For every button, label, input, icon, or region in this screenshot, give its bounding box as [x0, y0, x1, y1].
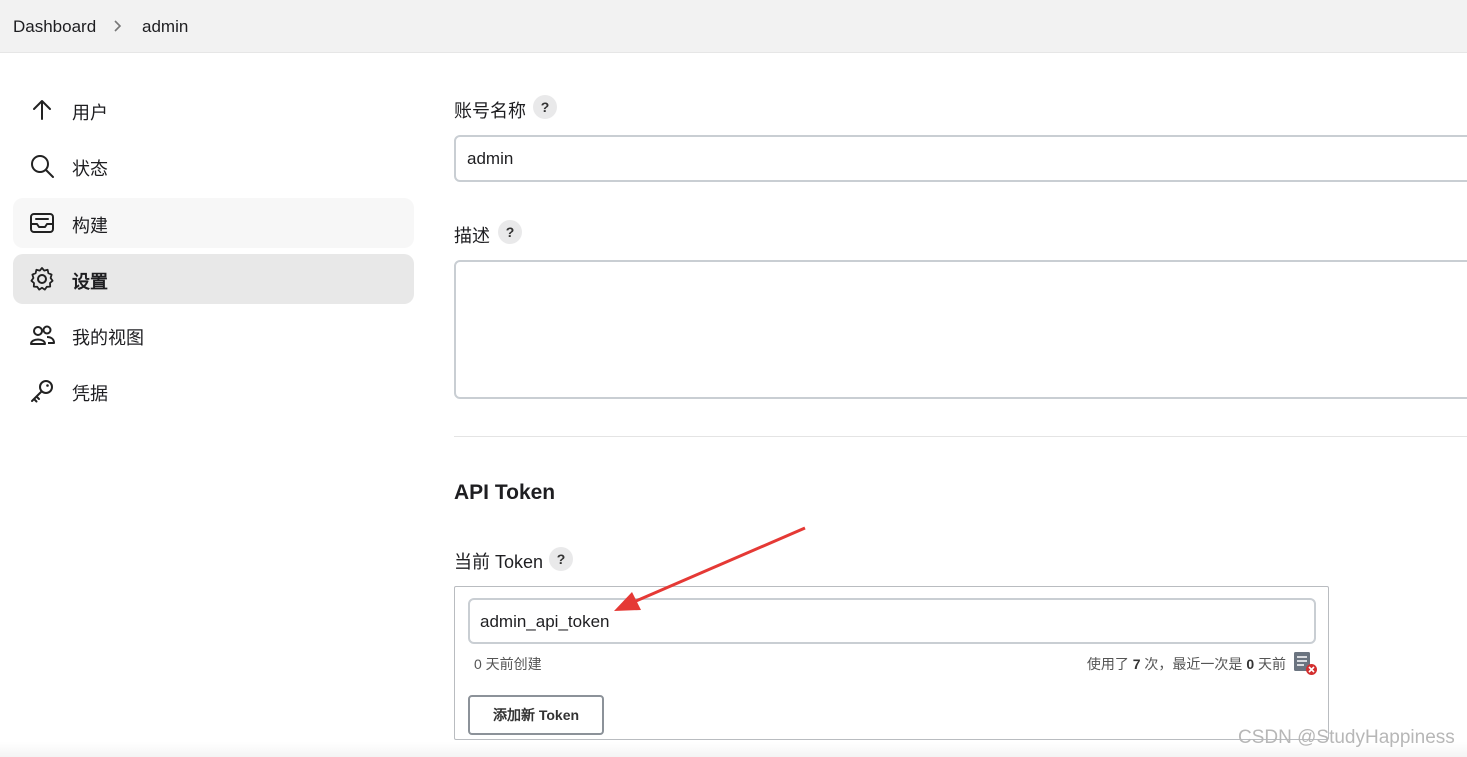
- chevron-right-icon: [114, 20, 122, 32]
- token-created-text: 0 天前创建: [474, 656, 542, 672]
- breadcrumb-bar: Dashboard admin: [0, 0, 1467, 53]
- token-name-input[interactable]: admin_api_token: [468, 598, 1316, 644]
- current-token-label: 当前 Token: [454, 552, 544, 572]
- inbox-icon: [30, 213, 54, 233]
- account-name-help-icon[interactable]: ?: [533, 95, 557, 119]
- last-used-days: 0: [1246, 656, 1255, 672]
- sidebar-item-label: 构建: [72, 216, 108, 236]
- gear-icon: [30, 267, 54, 291]
- sidebar-item-status[interactable]: 状态: [13, 141, 414, 191]
- description-label: 描述: [454, 226, 490, 246]
- account-name-input[interactable]: admin: [454, 135, 1467, 182]
- usage-mid: 次，最近一次是: [1144, 656, 1243, 672]
- usage-prefix: 使用了: [1086, 656, 1129, 672]
- description-textarea[interactable]: [454, 260, 1467, 399]
- key-icon: [31, 380, 53, 403]
- current-token-help-icon[interactable]: ?: [549, 547, 573, 571]
- sidebar-item-user[interactable]: 用户: [13, 85, 414, 135]
- usage-suffix: 天前: [1258, 656, 1286, 672]
- sidebar-item-label: 设置: [72, 272, 108, 292]
- people-icon: [30, 325, 55, 345]
- arrow-up-icon: [33, 100, 51, 120]
- sidebar-item-label: 状态: [72, 159, 108, 179]
- watermark-text: CSDN @StudyHappiness: [1238, 727, 1455, 748]
- sidebar-item-my-views[interactable]: 我的视图: [13, 310, 414, 360]
- description-help-icon[interactable]: ?: [498, 220, 522, 244]
- account-name-value: admin: [467, 149, 514, 168]
- token-panel: admin_api_token 0 天前创建 使用了 7 次，最近一次是 0 天…: [454, 586, 1329, 740]
- sidebar-item-settings[interactable]: 设置: [13, 254, 414, 304]
- sidebar-item-label: 用户: [72, 103, 108, 123]
- add-new-token-button[interactable]: 添加新 Token: [468, 695, 604, 735]
- breadcrumb-dashboard-link[interactable]: Dashboard: [13, 17, 96, 37]
- breadcrumb-admin-link[interactable]: admin: [142, 17, 188, 37]
- sidebar-item-label: 凭据: [72, 384, 108, 404]
- sidebar-item-build[interactable]: 构建: [13, 198, 414, 248]
- usage-count: 7: [1132, 656, 1141, 672]
- api-token-title: API Token: [454, 481, 556, 504]
- token-usage-text: 使用了 7 次，最近一次是 0 天前: [1087, 654, 1286, 674]
- section-divider: [454, 436, 1467, 437]
- account-name-label: 账号名称: [454, 101, 526, 121]
- token-name-value: admin_api_token: [480, 612, 610, 631]
- search-icon: [31, 155, 54, 178]
- sidebar-item-credentials[interactable]: 凭据: [13, 366, 414, 416]
- sidebar-item-label: 我的视图: [72, 328, 144, 348]
- revoke-token-icon[interactable]: [1292, 650, 1318, 676]
